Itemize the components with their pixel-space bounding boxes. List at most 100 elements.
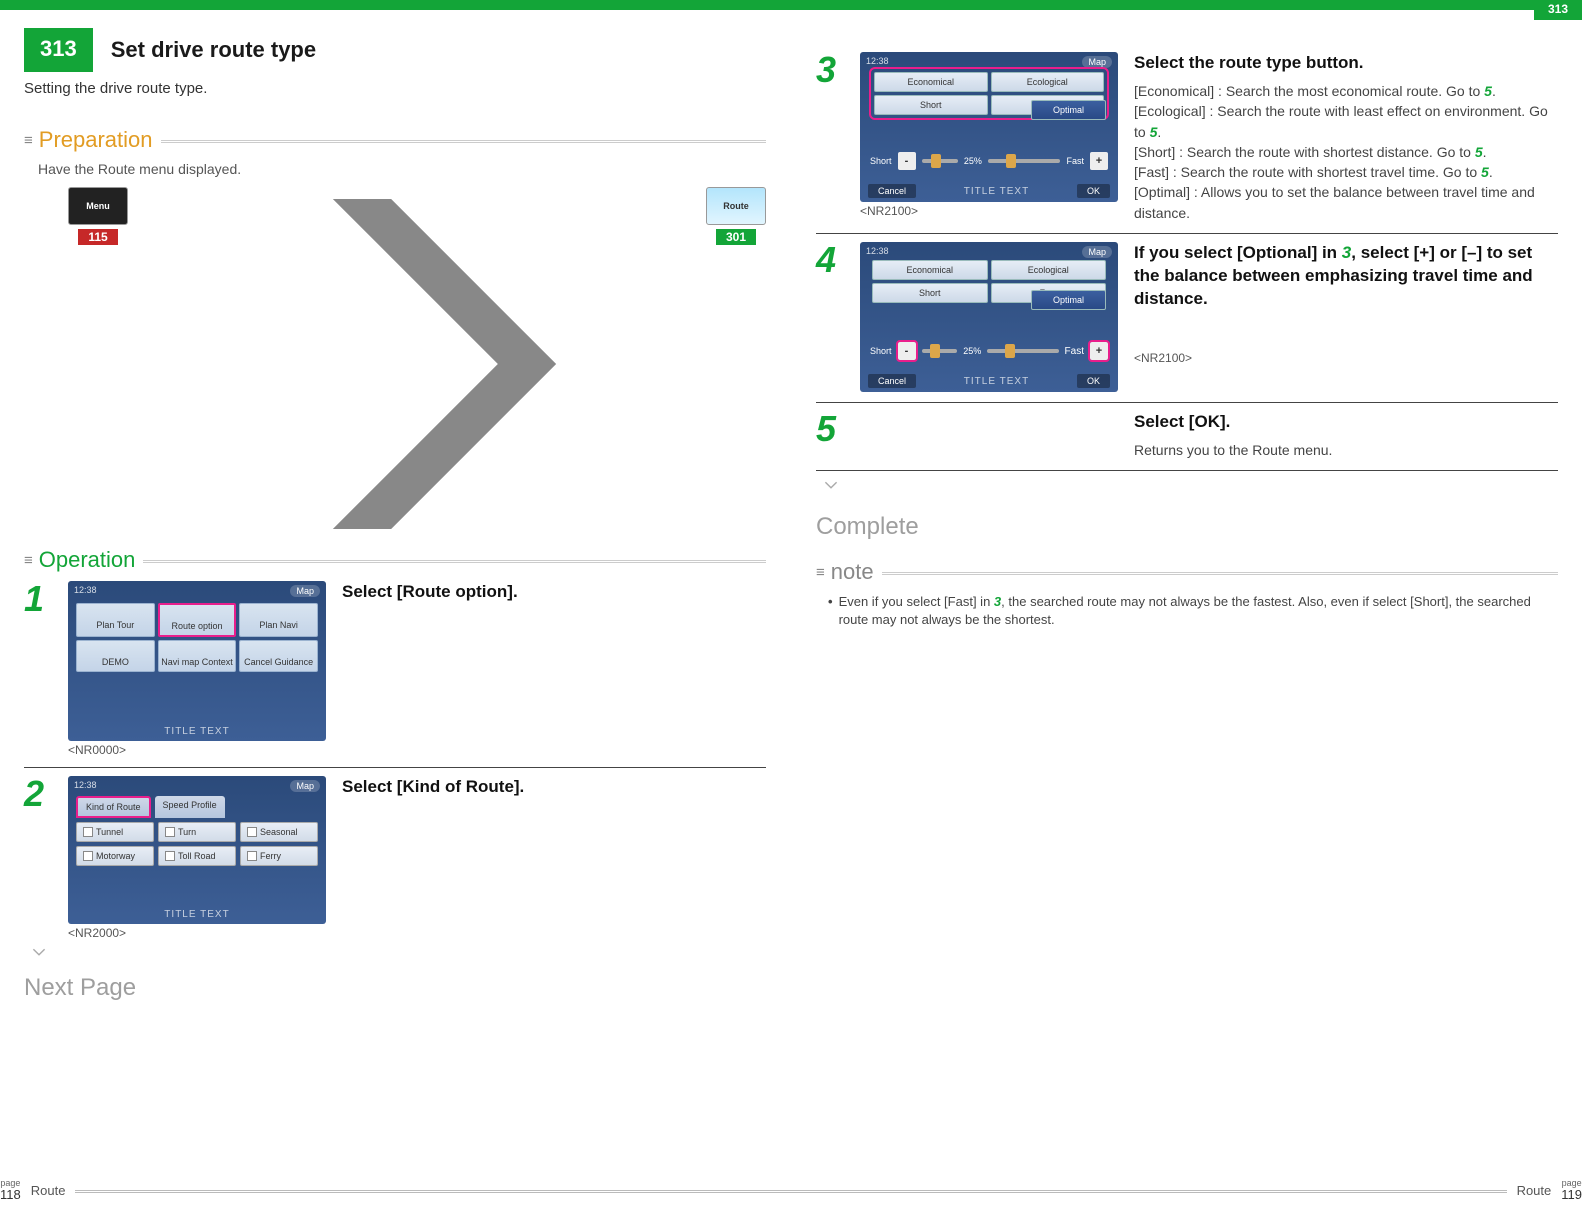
section-header-operation: ≡ Operation [24,547,766,573]
scr-plus-button: + [1090,342,1108,360]
scr-chk-seasonal: Seasonal [240,822,318,842]
preparation-thumbnails: Menu 115 Route 301 [68,187,766,529]
scr-slider-right-label: Fast [1065,346,1084,357]
step-2: 2 12:38 Map Kind of Route Speed Profile … [24,776,766,940]
page-subtitle: Setting the drive route type. [24,80,766,97]
scr-btn-cancel-guidance: Cancel Guidance [239,640,318,672]
thumb-menu-ref: 115 [78,229,117,245]
step-4: 4 12:38 Map Economical Ecological Short … [816,242,1558,392]
screenshot-ref: <NR2000> [68,926,326,940]
scr-btn-navi-map: Navi map Context [158,640,237,672]
scr-minus-button: - [898,342,916,360]
scr-chk-tunnel: Tunnel [76,822,154,842]
scr-ok-button: OK [1077,184,1110,198]
section-label-operation: Operation [39,547,136,573]
divider-line [143,560,766,561]
footer-section-right: Route [1517,1183,1552,1198]
scr-chk-turn: Turn [158,822,236,842]
scr-time: 12:38 [74,585,97,595]
step-4-media: 12:38 Map Economical Ecological Short Fa… [860,242,1118,392]
scr-slider-left-label: Short [870,156,892,166]
thumb-route: Route 301 [706,187,766,245]
scr-rtab-ecological: Ecological [991,260,1107,280]
scr-btn-plan-tour: Plan Tour [76,603,155,637]
arrow-right-icon [142,199,692,529]
scr-minus-button: - [898,152,916,170]
step-5-heading: Select [OK]. [1134,411,1558,434]
hamburger-icon: ≡ [816,564,823,581]
step-3-line-ecological: [Ecological] : Search the route with lea… [1134,101,1558,142]
scr-map-badge: Map [290,780,320,792]
step-number: 1 [24,581,54,757]
bullet-icon: • [828,593,833,629]
step-5: 5 Select [OK]. Returns you to the Route … [816,411,1558,460]
step-number: 4 [816,242,846,392]
step-4-heading: If you select [Optional] in 3, select [+… [1134,242,1558,311]
scr-plus-button: + [1090,152,1108,170]
scr-time: 12:38 [866,246,889,256]
step-5-desc: Returns you to the Route menu. [1134,440,1558,460]
scr-btn-plan-navi: Plan Navi [239,603,318,637]
scr-slider-percent: 25% [964,156,982,166]
step-divider [816,233,1558,234]
scr-map-badge: Map [1082,246,1112,258]
screenshot-ref: <NR0000> [68,743,326,757]
scr-btn-demo: DEMO [76,640,155,672]
step-number: 3 [816,52,846,223]
page-footer: page118 Route Route page119 [0,1179,1582,1201]
scr-tab-kind-of-route: Kind of Route [76,796,151,818]
screenshot-route-type: 12:38 Map Economical Ecological Short Fa… [860,52,1118,202]
scr-btn-route-option: Route option [158,603,237,637]
step-1-heading: Select [Route option]. [342,581,766,604]
step-3-media: 12:38 Map Economical Ecological Short Fa… [860,52,1118,223]
scr-chk-motorway: Motorway [76,846,154,866]
scr-rtab-optimal: Optimal [1031,290,1106,310]
divider-line [161,140,766,141]
step-number: 5 [816,411,846,460]
section-label-note: note [831,559,874,585]
section-header-preparation: ≡ Preparation [24,127,766,153]
chevron-down-icon [32,947,46,957]
preparation-text: Have the Route menu displayed. [38,161,766,177]
scr-rtab-ecological: Ecological [991,72,1105,92]
right-column: 3 12:38 Map Economical Ecological Short … [816,80,1558,1002]
footer-divider-line [75,1190,1506,1191]
footer-page-word-right: page119 [1561,1179,1582,1201]
screenshot-kind-of-route: 12:38 Map Kind of Route Speed Profile Tu… [68,776,326,924]
hamburger-icon: ≡ [24,552,31,569]
step-3-line-short: [Short] : Search the route with shortest… [1134,142,1558,162]
scr-slider-percent: 25% [963,346,981,356]
scr-tab-speed-profile: Speed Profile [155,796,225,818]
scr-slider-right-label: Fast [1066,156,1084,166]
screenshot-ref: <NR2100> [1134,351,1558,365]
step-3-line-optimal: [Optimal] : Allows you to set the balanc… [1134,182,1558,223]
thumb-menu: Menu 115 [68,187,128,245]
complete-label: Complete [816,513,1558,541]
scr-time: 12:38 [866,56,889,66]
thumb-route-image: Route [706,187,766,225]
scr-rtab-short: Short [872,283,988,303]
scr-title-text: TITLE TEXT [964,186,1029,197]
scr-slider-track [988,159,1061,163]
scr-slider-track [922,159,958,163]
thumb-route-ref: 301 [716,229,756,245]
chevron-down-icon [824,480,838,490]
top-page-tab: 313 [1534,0,1582,20]
scr-chk-tollroad: Toll Road [158,846,236,866]
scr-chk-ferry: Ferry [240,846,318,866]
left-column: Setting the drive route type. ≡ Preparat… [24,80,766,1002]
scr-slider-track [987,349,1058,353]
scr-rtab-short: Short [874,95,988,115]
scr-slider-track [922,349,958,353]
scr-time: 12:38 [74,780,97,790]
scr-title-text: TITLE TEXT [964,376,1029,387]
hamburger-icon: ≡ [24,132,31,149]
page-title: Set drive route type [111,37,316,63]
scr-rtab-economical: Economical [874,72,988,92]
note-text: • Even if you select [Fast] in 3, the se… [828,593,1558,629]
section-header-note: ≡ note [816,559,1558,585]
scr-map-badge: Map [1082,56,1112,68]
step-1: 1 12:38 Map Plan Tour Route option Plan … [24,581,766,757]
scr-map-badge: Map [290,585,320,597]
scr-cancel-button: Cancel [868,184,916,198]
